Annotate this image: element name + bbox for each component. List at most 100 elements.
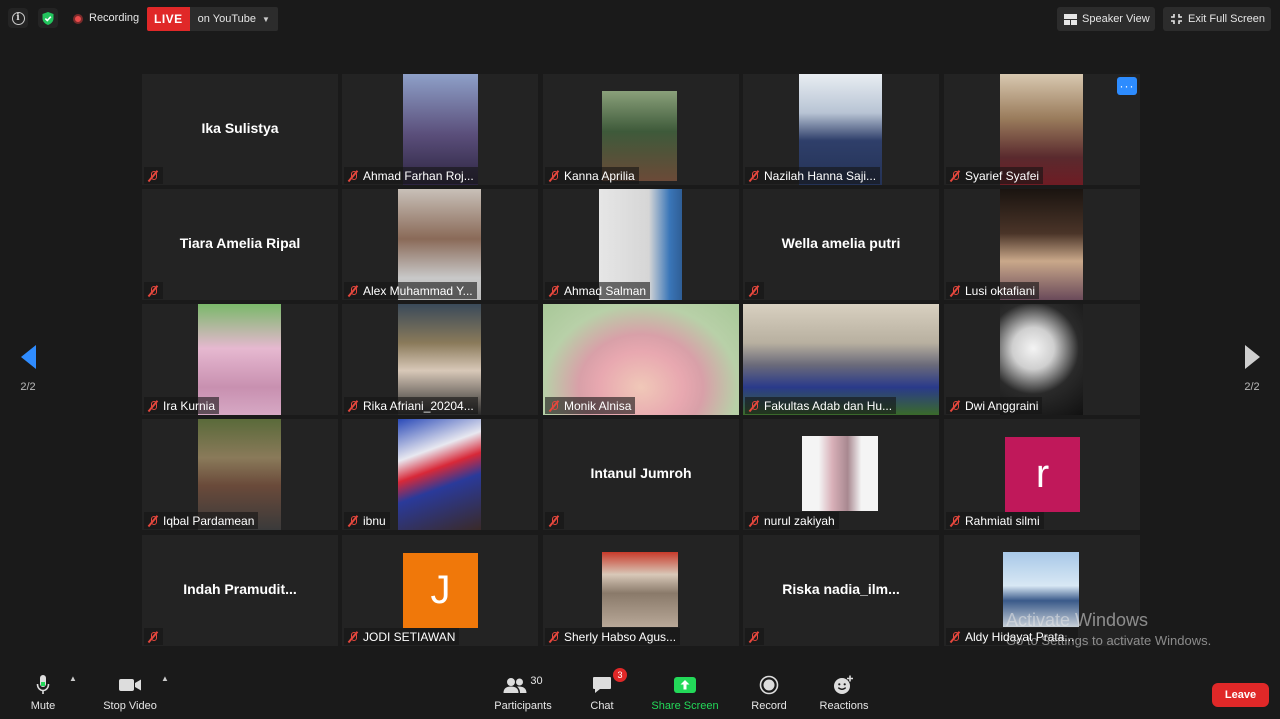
page-indicator-right: 2/2 — [1244, 381, 1260, 393]
participant-tile[interactable]: nurul zakiyah — [743, 419, 939, 530]
participant-label: Ira Kurnia — [144, 397, 220, 414]
participant-label: Syarief Syafei — [946, 167, 1044, 184]
participant-tile[interactable]: Kanna Aprilia — [543, 74, 739, 185]
participant-tile[interactable]: Sherly Habso Agus... — [543, 535, 739, 646]
participant-tile[interactable]: Fakultas Adab dan Hu... — [743, 304, 939, 415]
live-stream-control[interactable]: LIVE on YouTube ▼ — [147, 7, 278, 31]
participant-tile[interactable]: Wella amelia putri — [743, 189, 939, 300]
participant-label: Fakultas Adab dan Hu... — [745, 397, 897, 414]
watermark-subtitle: Go to Settings to activate Windows. — [1006, 633, 1212, 648]
live-destination-dropdown[interactable]: on YouTube ▼ — [189, 7, 278, 31]
record-label: Record — [751, 700, 787, 712]
watermark-title: Activate Windows — [1006, 610, 1149, 630]
speaker-view-button[interactable]: Speaker View — [1057, 7, 1155, 31]
meeting-toolbar: Mute ▲ Stop Video ▲ 30 Participants 3 Ch… — [0, 662, 1280, 719]
avatar: r — [1005, 437, 1080, 512]
meeting-top-bar: i Recording LIVE on YouTube ▼ Speaker Vi… — [0, 0, 1280, 38]
record-button[interactable]: Record — [748, 672, 790, 712]
chat-label: Chat — [590, 700, 614, 712]
participant-tile[interactable]: Intanul Jumroh — [543, 419, 739, 530]
participant-label: Ahmad Farhan Roj... — [344, 167, 478, 184]
participant-label — [144, 167, 163, 184]
chat-unread-badge: 3 — [613, 668, 627, 682]
previous-page-button[interactable]: 2/2 — [8, 345, 48, 393]
muted-mic-icon — [548, 515, 560, 527]
participant-name: Monik Alnisa — [564, 398, 632, 413]
participant-tile[interactable]: Iqbal Pardamean — [142, 419, 338, 530]
participant-tile[interactable]: Riska nadia_ilm... — [743, 535, 939, 646]
participant-label — [144, 282, 163, 299]
exit-full-screen-button[interactable]: Exit Full Screen — [1163, 7, 1271, 31]
participant-label: Monik Alnisa — [545, 397, 636, 414]
participants-count: 30 — [530, 675, 543, 687]
participant-tile[interactable]: Ira Kurnia — [142, 304, 338, 415]
security-shield-icon[interactable] — [38, 8, 58, 28]
participant-tile[interactable]: r Rahmiati silmi — [944, 419, 1140, 530]
participant-name: Dwi Anggraini — [965, 398, 1039, 413]
audio-options-chevron-icon[interactable]: ▲ — [69, 674, 77, 683]
participant-tile[interactable]: Nazilah Hanna Saji... — [743, 74, 939, 185]
participant-name-center: Intanul Jumroh — [590, 465, 692, 481]
participant-tile[interactable]: ibnu — [342, 419, 538, 530]
reactions-button[interactable]: Reactions — [816, 672, 872, 712]
participant-tile[interactable]: Rika Afriani_20204... — [342, 304, 538, 415]
speaker-view-icon — [1064, 13, 1077, 25]
participant-tile[interactable]: Tiara Amelia Ripal — [142, 189, 338, 300]
participant-label: Iqbal Pardamean — [144, 512, 259, 529]
mute-label: Mute — [30, 700, 56, 712]
muted-mic-icon — [748, 631, 760, 643]
chat-button[interactable]: 3 Chat — [585, 668, 627, 712]
live-badge: LIVE — [147, 7, 190, 31]
participant-tile[interactable]: Ahmad Farhan Roj... — [342, 74, 538, 185]
participant-tile[interactable]: Ika Sulistya — [142, 74, 338, 185]
participant-label: Lusi oktafiani — [946, 282, 1040, 299]
participant-name-center: Riska nadia_ilm... — [782, 581, 900, 597]
participant-name: Rika Afriani_20204... — [363, 398, 474, 413]
participant-name-center: Tiara Amelia Ripal — [179, 235, 301, 251]
muted-mic-icon — [347, 515, 359, 527]
info-icon[interactable]: i — [8, 8, 28, 28]
participant-tile[interactable]: J JODI SETIAWAN — [342, 535, 538, 646]
participant-name: Lusi oktafiani — [965, 283, 1036, 298]
participant-label: Rahmiati silmi — [946, 512, 1044, 529]
muted-mic-icon — [347, 170, 359, 182]
recording-label: Recording — [89, 12, 140, 24]
exit-fullscreen-icon — [1171, 14, 1182, 24]
stop-video-button[interactable]: Stop Video — [98, 672, 162, 712]
muted-mic-icon — [347, 400, 359, 412]
participant-tile[interactable]: Alex Muhammad Y... — [342, 189, 538, 300]
share-screen-button[interactable]: Share Screen — [650, 672, 720, 712]
participant-name: Ahmad Farhan Roj... — [363, 168, 474, 183]
participants-button[interactable]: 30 Participants — [490, 672, 556, 712]
muted-mic-icon — [347, 631, 359, 643]
participant-tile[interactable]: Indah Pramudit... — [142, 535, 338, 646]
arrow-right-icon — [1244, 345, 1260, 369]
muted-mic-icon — [748, 515, 760, 527]
muted-mic-icon — [548, 170, 560, 182]
next-page-button[interactable]: 2/2 — [1232, 345, 1272, 393]
muted-mic-icon — [748, 400, 760, 412]
leave-meeting-button[interactable]: Leave — [1212, 683, 1269, 707]
participant-tile[interactable]: Monik Alnisa — [543, 304, 739, 415]
stop-video-label: Stop Video — [103, 700, 157, 712]
participant-name: JODI SETIAWAN — [363, 629, 456, 644]
participant-tile[interactable]: ··· Syarief Syafei — [944, 74, 1140, 185]
participant-name: Alex Muhammad Y... — [363, 283, 473, 298]
more-options-button[interactable]: ··· — [1117, 77, 1137, 95]
reactions-label: Reactions — [819, 700, 869, 712]
participant-tile[interactable]: Lusi oktafiani — [944, 189, 1140, 300]
share-screen-label: Share Screen — [651, 700, 719, 712]
participant-label: Rika Afriani_20204... — [344, 397, 478, 414]
muted-mic-icon — [949, 400, 961, 412]
participant-tile[interactable]: Dwi Anggraini — [944, 304, 1140, 415]
participant-label: Sherly Habso Agus... — [545, 628, 681, 645]
participant-tile[interactable]: Ahmad Salman — [543, 189, 739, 300]
live-destination-label: on YouTube — [197, 13, 256, 25]
chevron-down-icon: ▼ — [262, 14, 270, 24]
mute-button[interactable]: Mute — [22, 672, 64, 712]
video-options-chevron-icon[interactable]: ▲ — [161, 674, 169, 683]
participant-label: JODI SETIAWAN — [344, 628, 460, 645]
smiley-plus-icon — [834, 675, 853, 694]
muted-mic-icon — [748, 285, 760, 297]
recording-dot-icon — [73, 14, 83, 24]
